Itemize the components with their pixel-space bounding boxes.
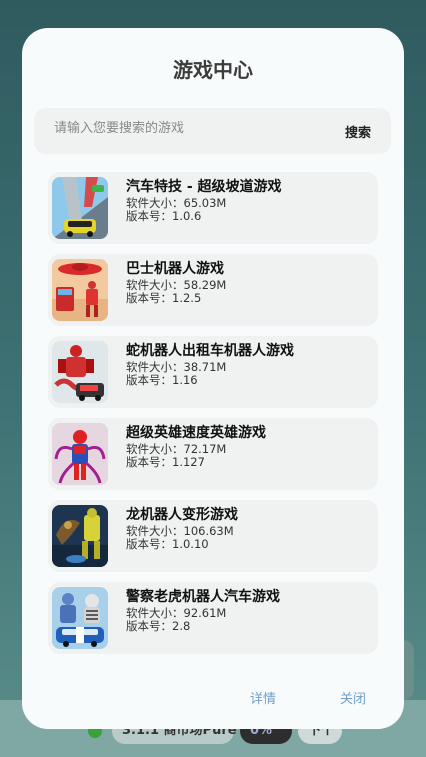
dialog-title: 游戏中心 [173,58,253,82]
game-version: 版本号：1.127 [126,455,205,469]
game-name: 警察老虎机器人汽车游戏 [126,589,280,605]
bus-robot-icon [52,259,108,321]
spider-hero-icon [52,423,108,485]
game-item-bus-robot[interactable]: 巴士机器人游戏 软件大小：58.29M 版本号：1.2.5 [48,254,378,326]
game-item-dragon-robot[interactable]: 龙机器人变形游戏 软件大小：106.63M 版本号：1.0.10 [48,500,378,572]
game-version: 版本号：1.16 [126,373,198,387]
game-item-police-tiger-robot[interactable]: 警察老虎机器人汽车游戏 软件大小：92.61M 版本号：2.8 [48,582,378,654]
details-button[interactable]: 详情 [250,688,276,707]
game-name: 蛇机器人出租车机器人游戏 [126,343,294,359]
search-input[interactable] [34,108,324,154]
dragon-robot-icon [52,505,108,567]
game-version: 版本号：1.2.5 [126,291,202,305]
game-item-car-stunt[interactable]: 汽车特技 - 超级坡道游戏 软件大小：65.03M 版本号：1.0.6 [48,172,378,244]
close-button[interactable]: 关闭 [340,688,366,707]
game-name: 超级英雄速度英雄游戏 [126,425,266,441]
game-item-snake-robot[interactable]: 蛇机器人出租车机器人游戏 软件大小：38.71M 版本号：1.16 [48,336,378,408]
game-center-dialog: 游戏中心 搜索 汽车特技 - 超级坡道游戏 软件大小 [22,28,404,729]
game-version: 版本号：1.0.6 [126,209,202,223]
game-version: 版本号：2.8 [126,619,191,633]
snake-robot-icon [52,341,108,403]
game-name: 巴士机器人游戏 [126,261,224,277]
game-item-super-hero[interactable]: 超级英雄速度英雄游戏 软件大小：72.17M 版本号：1.127 [48,418,378,490]
search-button[interactable]: 搜索 [345,122,371,141]
search-bar: 搜索 [34,108,391,154]
game-name: 龙机器人变形游戏 [126,507,238,523]
police-tiger-robot-icon [52,587,108,649]
game-list: 汽车特技 - 超级坡道游戏 软件大小：65.03M 版本号：1.0.6 巴士机器… [48,172,378,664]
car-ramp-icon [52,177,108,239]
game-name: 汽车特技 - 超级坡道游戏 [126,179,282,195]
game-version: 版本号：1.0.10 [126,537,209,551]
